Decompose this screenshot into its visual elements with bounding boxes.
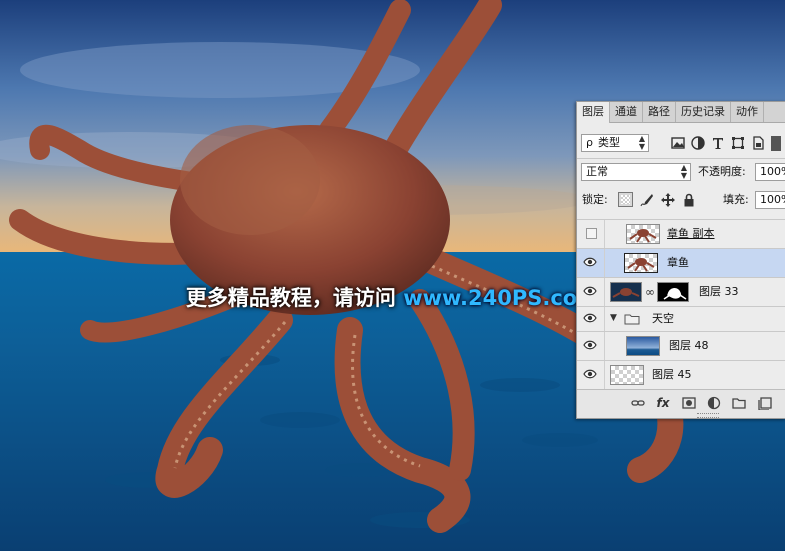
blend-row: 正常 ▲▼ 不透明度: 100% <box>577 163 785 183</box>
filter-kind-value: 类型 <box>597 136 620 149</box>
layer-thumbnail[interactable] <box>626 336 660 356</box>
filter-kind-select[interactable]: ρ 类型 ▲ ▼ <box>581 134 649 152</box>
layer-group-sky[interactable]: ▼ 天空 <box>577 306 785 331</box>
blend-mode-value: 正常 <box>586 165 608 178</box>
fill-label: 填充: <box>723 193 749 206</box>
adjustment-filter-icon[interactable] <box>690 135 706 151</box>
opacity-input[interactable]: 100% <box>755 163 785 181</box>
link-layers-icon[interactable] <box>631 396 645 410</box>
tab-channels[interactable]: 通道 <box>610 102 643 122</box>
eye-icon[interactable] <box>583 312 597 324</box>
panel-tabs: 图层 通道 路径 历史记录 动作 <box>577 102 785 123</box>
layer-name[interactable]: 天空 <box>652 311 674 327</box>
tab-history[interactable]: 历史记录 <box>676 102 731 122</box>
mask-shape-icon <box>663 288 687 300</box>
type-filter-icon[interactable] <box>710 135 726 151</box>
layer-name[interactable]: 章鱼 <box>667 255 689 271</box>
opacity-label: 不透明度: <box>698 165 746 178</box>
layer-name[interactable]: 图层 48 <box>669 338 709 354</box>
watermark-text: 更多精品教程，请访问 <box>185 286 404 310</box>
new-layer-icon[interactable] <box>758 396 772 410</box>
layer-thumbnail[interactable] <box>610 282 642 302</box>
tab-layers[interactable]: 图层 <box>577 102 610 123</box>
panel-bottom-bar: fx <box>577 389 785 418</box>
layer-name[interactable]: 图层 33 <box>699 284 739 300</box>
layer-row-layer-33[interactable]: ∞ 图层 33 <box>577 277 785 306</box>
layer-mask-thumbnail[interactable] <box>657 282 689 302</box>
divider <box>577 158 785 159</box>
divider <box>604 361 605 389</box>
shape-filter-icon[interactable] <box>730 135 746 151</box>
divider <box>604 332 605 360</box>
mask-link-icon[interactable]: ∞ <box>645 284 655 300</box>
eye-icon[interactable] <box>583 368 597 380</box>
image-filter-icon[interactable] <box>670 135 686 151</box>
lock-label: 锁定: <box>582 193 608 206</box>
layer-name[interactable]: 章鱼 副本 <box>667 226 715 242</box>
chevron-down-icon[interactable]: ▼ <box>610 311 617 325</box>
layer-name[interactable]: 图层 45 <box>652 367 692 383</box>
eye-icon[interactable] <box>583 339 597 351</box>
octopus-thumbnail-icon <box>627 258 655 272</box>
tab-paths[interactable]: 路径 <box>643 102 676 122</box>
layer-row-octopus-copy[interactable]: 章鱼 副本 <box>577 219 785 248</box>
fill-input[interactable]: 100% <box>755 191 785 209</box>
layer-thumbnail[interactable] <box>610 365 644 385</box>
smart-object-filter-icon[interactable] <box>750 135 766 151</box>
visibility-toggle-off[interactable] <box>586 228 597 239</box>
add-mask-icon[interactable] <box>682 396 696 410</box>
octopus-thumbnail-icon <box>612 288 640 298</box>
filter-toggle-switch[interactable] <box>771 136 781 151</box>
blend-mode-select[interactable]: 正常 ▲ ▼ <box>581 163 691 181</box>
resize-grip-icon[interactable] <box>697 413 719 418</box>
search-icon: ρ <box>586 136 593 149</box>
filter-row: ρ 类型 ▲ ▼ <box>577 134 785 154</box>
new-adjustment-layer-icon[interactable] <box>707 396 721 410</box>
eye-icon[interactable] <box>583 256 597 268</box>
layers-panel: 图层 通道 路径 历史记录 动作 ρ 类型 ▲ ▼ 正常 ▲ ▼ 不透明度: 1… <box>576 101 785 419</box>
lock-row: 锁定: 填充: 100% <box>577 191 785 211</box>
octopus-thumbnail-icon <box>629 229 657 243</box>
divider <box>604 278 605 306</box>
divider <box>604 220 605 248</box>
divider <box>604 307 605 331</box>
lock-position-icon[interactable] <box>660 192 676 208</box>
layer-row-layer-48[interactable]: 图层 48 <box>577 331 785 360</box>
divider <box>604 249 605 277</box>
layer-style-fx-icon[interactable]: fx <box>656 396 670 410</box>
folder-icon <box>624 314 640 325</box>
new-group-folder-icon[interactable] <box>732 396 746 410</box>
tab-actions[interactable]: 动作 <box>731 102 764 122</box>
stepper-arrows-icon: ▲ ▼ <box>680 163 687 180</box>
lock-all-icon[interactable] <box>681 192 697 208</box>
eye-icon[interactable] <box>583 285 597 297</box>
watermark-url: www.240PS.com <box>403 286 600 310</box>
lock-transparent-pixels-icon[interactable] <box>618 192 633 207</box>
layer-thumbnail[interactable] <box>624 253 658 273</box>
lock-image-pixels-icon[interactable] <box>639 192 655 208</box>
stepper-arrows-icon: ▲ ▼ <box>638 134 645 151</box>
layer-row-layer-45[interactable]: 图层 45 <box>577 360 785 389</box>
layer-row-octopus[interactable]: 章鱼 <box>577 248 785 277</box>
layer-thumbnail[interactable] <box>626 224 660 244</box>
